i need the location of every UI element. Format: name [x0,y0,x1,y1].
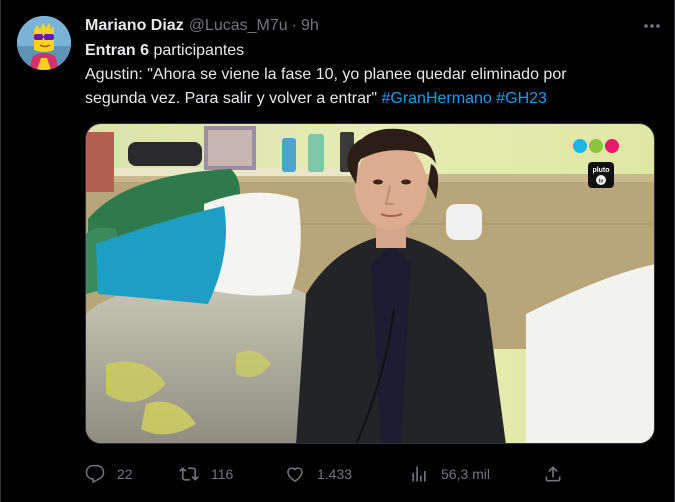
reply-icon [85,464,105,484]
views-button[interactable]: 56,3 mil [409,464,490,484]
more-icon[interactable] [640,14,664,38]
share-button[interactable] [543,464,563,484]
avatar-image [17,16,71,70]
avatar[interactable] [17,16,71,70]
share-icon [545,466,561,482]
tweet-text: Entran 6 participantes Agustin: "Ahora s… [85,39,655,111]
svg-text:pluto: pluto [592,167,609,174]
hashtag-link[interactable]: #GranHermano [381,90,491,107]
reply-count: 22 [117,466,133,482]
timestamp[interactable]: 9h [301,17,319,35]
tweet-line-3-text: segunda vez. Para salir y volver a entra… [85,90,382,107]
user-handle[interactable]: @Lucas_M7u [189,17,288,35]
display-name[interactable]: Mariano Diaz [85,17,184,35]
tweet-bold-text: Entran 6 [85,42,150,59]
like-button[interactable]: 1.433 [285,464,352,484]
svg-text:tv: tv [599,179,604,185]
tweet-actions: 22 116 1.433 56,3 mil [83,460,573,488]
reply-button[interactable]: 22 [85,464,133,484]
tweet[interactable]: Mariano Diaz @Lucas_M7u · 9h Entran 6 pa… [0,0,675,502]
retweet-button[interactable]: 116 [179,464,233,484]
retweet-count: 116 [211,466,234,482]
like-count: 1.433 [317,466,353,482]
tweet-line-1: Entran 6 participantes [85,39,655,63]
tweet-header: Mariano Diaz @Lucas_M7u · 9h [85,15,658,37]
tweet-line-2: Agustin: "Ahora se viene la fase 10, yo … [85,66,567,83]
tweet-line-3: segunda vez. Para salir y volver a entra… [85,87,655,111]
video-still: pluto tv [86,124,654,443]
tweet-media[interactable]: pluto tv [85,123,655,444]
tweet-line-1-rest: participantes [149,42,245,59]
like-icon [287,467,303,482]
retweet-icon [179,467,199,481]
hashtag-link[interactable]: #GH23 [496,90,547,107]
separator-dot: · [291,17,297,34]
views-icon [412,466,426,482]
views-count: 56,3 mil [441,466,491,482]
